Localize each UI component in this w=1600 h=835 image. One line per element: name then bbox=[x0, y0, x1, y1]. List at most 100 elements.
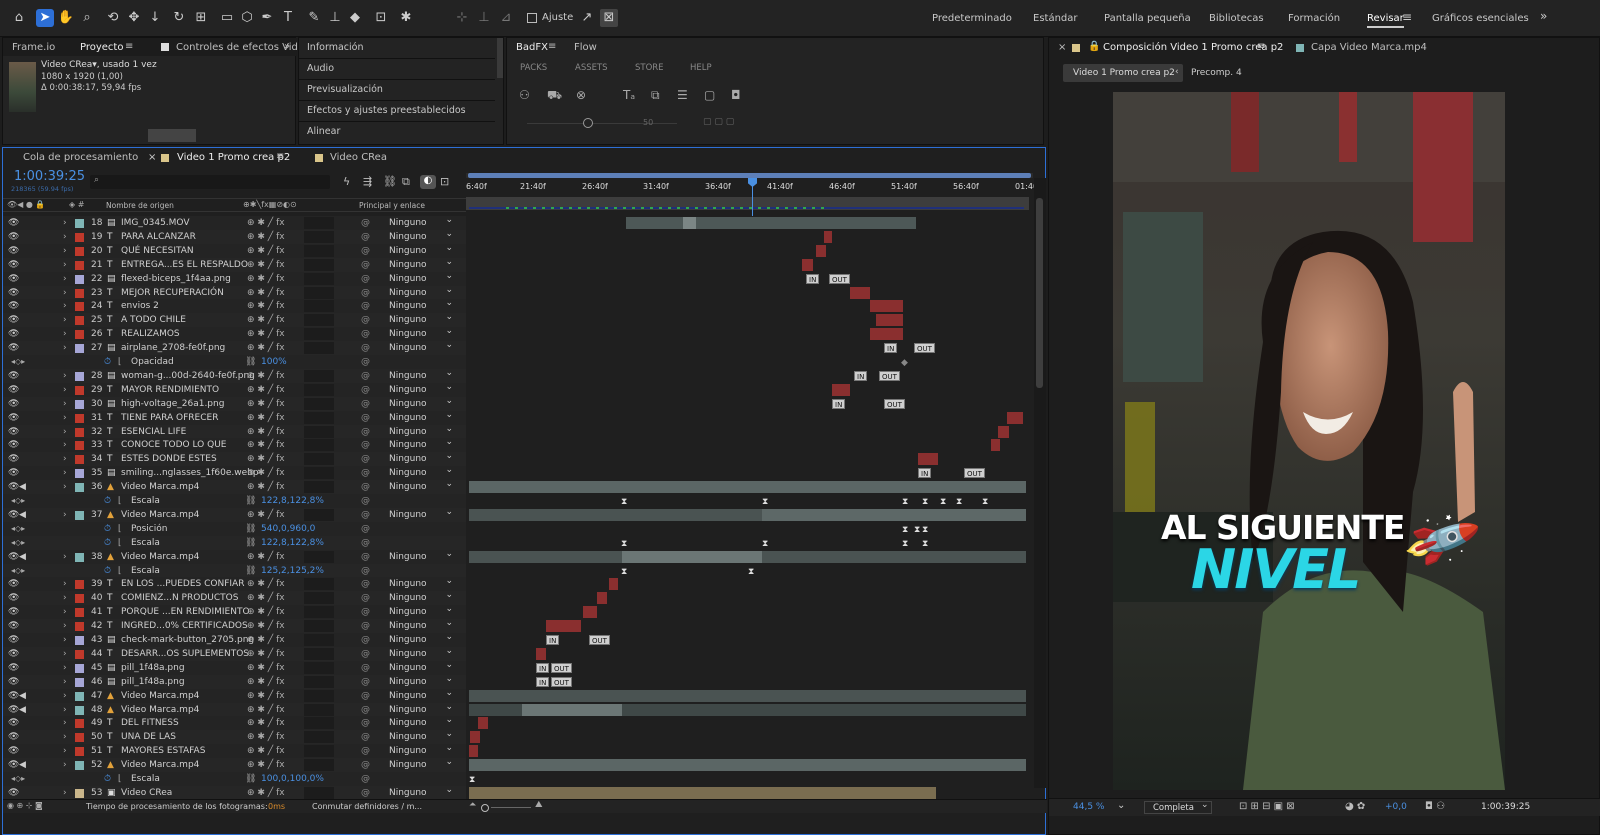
layer-track[interactable]: IN OUT bbox=[466, 660, 1033, 675]
label-color-swatch[interactable] bbox=[75, 483, 84, 493]
layer-name[interactable]: Video CRea bbox=[121, 786, 172, 800]
visibility-eye-icon[interactable]: 👁 bbox=[8, 577, 19, 591]
layer-switches-icons[interactable]: ⊕ ✱ ╱ fx bbox=[247, 508, 285, 522]
visibility-eye-icon[interactable]: 👁 bbox=[8, 786, 19, 800]
property-row[interactable]: ◂◇▸ ⏱ ⌊ Posición ⛓ 540,0,960,0 @ ⧗ ⧗ ⧗ bbox=[3, 521, 1033, 536]
visibility-eye-icon[interactable]: 👁 bbox=[8, 438, 19, 452]
snap-options-icon[interactable]: ↗ bbox=[578, 9, 596, 27]
layer-track[interactable] bbox=[466, 591, 1033, 606]
frame-blend-icon[interactable]: ⛓ bbox=[383, 175, 397, 188]
parent-dropdown[interactable]: Ninguno bbox=[389, 727, 453, 744]
mode-switch-cell[interactable] bbox=[304, 481, 334, 494]
visibility-eye-icon[interactable]: 👁 bbox=[8, 425, 19, 439]
layer-duration-bar[interactable] bbox=[546, 620, 581, 633]
visibility-eye-icon[interactable]: 👁 bbox=[8, 605, 19, 619]
close-comp-icon[interactable]: × bbox=[1058, 42, 1066, 53]
pickwhip-icon[interactable]: @ bbox=[361, 564, 370, 578]
parent-dropdown[interactable]: Ninguno bbox=[389, 213, 453, 230]
timeline-menu-icon[interactable]: ≡ bbox=[276, 151, 284, 162]
snapshot-camera-icon[interactable]: ◘ ⚇ bbox=[1425, 801, 1445, 812]
parent-dropdown[interactable]: Ninguno bbox=[389, 755, 453, 772]
layer-name[interactable]: Video Marca.mp4 bbox=[121, 508, 199, 522]
tab-video1-promo[interactable]: Video 1 Promo crea p2 bbox=[177, 152, 290, 163]
layer-duration-bar[interactable] bbox=[522, 703, 622, 716]
info-panel-item-1[interactable]: Audio bbox=[307, 63, 334, 74]
expand-chevron-icon[interactable]: › bbox=[63, 577, 67, 591]
pickwhip-icon[interactable]: @ bbox=[361, 216, 370, 230]
mode-switch-cell[interactable] bbox=[304, 717, 334, 730]
parent-dropdown[interactable]: Ninguno bbox=[389, 713, 453, 730]
layer-track[interactable]: ⧗ ⧗ ⧗ bbox=[466, 521, 1033, 536]
keyframe-nav-icon[interactable]: ◂◇▸ bbox=[11, 494, 25, 508]
layer-switches-icons[interactable]: ⊕ ✱ ╱ fx bbox=[247, 480, 285, 494]
pickwhip-icon[interactable]: @ bbox=[361, 355, 370, 369]
out-marker[interactable]: OUT bbox=[914, 343, 935, 354]
layer-row[interactable]: 👁 › 44 T DESARR...OS SUPLEMENTOS ⊕ ✱ ╱ fx @ Nin… bbox=[3, 644, 1033, 661]
layer-name[interactable]: pill_1f48a.png bbox=[121, 661, 185, 675]
pickwhip-icon[interactable]: @ bbox=[361, 522, 370, 536]
layer-switches-icons[interactable]: ⊕ ✱ ╱ fx bbox=[247, 633, 285, 647]
pack-person-icon[interactable]: ⚇ bbox=[519, 88, 530, 102]
label-color-swatch[interactable] bbox=[75, 663, 84, 673]
parent-dropdown[interactable]: Ninguno bbox=[389, 783, 453, 800]
work-area-bar[interactable] bbox=[468, 173, 1031, 178]
zoom-slider-knob[interactable] bbox=[481, 804, 489, 812]
in-marker[interactable]: IN bbox=[884, 343, 898, 354]
label-color-swatch[interactable] bbox=[75, 371, 84, 381]
info-panel-item-4[interactable]: Alinear bbox=[307, 126, 340, 137]
visibility-eye-icon[interactable]: 👁 bbox=[8, 397, 19, 411]
layer-track[interactable] bbox=[466, 243, 1033, 258]
layer-name[interactable]: EN LOS ...PUEDES CONFIAR bbox=[121, 577, 244, 591]
label-color-swatch[interactable] bbox=[75, 232, 84, 242]
parent-dropdown[interactable]: Ninguno bbox=[389, 505, 453, 522]
layer-name[interactable]: woman-g...00d-2640-fe0f.png bbox=[121, 369, 255, 383]
pack-transition-icon[interactable]: ⊗ bbox=[576, 88, 586, 102]
parent-dropdown[interactable]: Ninguno bbox=[389, 574, 453, 591]
puppet-pin-icon[interactable]: ✱ bbox=[397, 9, 415, 27]
workspace-menu-icon[interactable]: ≡ bbox=[1402, 10, 1412, 24]
layer-track[interactable] bbox=[466, 216, 1033, 230]
pickwhip-icon[interactable]: @ bbox=[361, 577, 370, 591]
label-color-swatch[interactable] bbox=[75, 288, 84, 298]
layer-name[interactable]: QUÉ NECESITAN bbox=[121, 244, 194, 258]
mode-switch-cell[interactable] bbox=[304, 258, 334, 271]
layer-duration-bar[interactable] bbox=[824, 230, 832, 243]
layer-switches-icons[interactable]: ⊕ ✱ ╱ fx bbox=[247, 619, 285, 633]
layer-row[interactable]: 👁 › 45 ▤ pill_1f48a.png ⊕ ✱ ╱ fx @ Ninguno INOUT bbox=[3, 658, 1033, 675]
layer-duration-bar[interactable] bbox=[622, 550, 762, 563]
layer-name[interactable]: INGRED...0% CERTIFICADOS bbox=[121, 619, 248, 633]
visibility-eye-icon[interactable]: 👁 bbox=[8, 730, 19, 744]
keyframe[interactable]: ◆ bbox=[901, 356, 908, 370]
parent-dropdown[interactable]: Ninguno bbox=[389, 602, 453, 619]
layer-track[interactable] bbox=[466, 605, 1033, 620]
selection-tool-icon[interactable]: ➤ bbox=[36, 9, 54, 27]
expand-chevron-icon[interactable]: › bbox=[63, 299, 67, 313]
parent-dropdown[interactable]: Ninguno bbox=[389, 269, 453, 286]
expand-chevron-icon[interactable]: › bbox=[63, 508, 67, 522]
stopwatch-icon[interactable]: ⏱ bbox=[104, 494, 111, 508]
tab-layer[interactable]: Capa Video Marca.mp4 bbox=[1311, 42, 1427, 53]
pickwhip-icon[interactable]: @ bbox=[361, 480, 370, 494]
layer-name[interactable]: pill_1f48a.png bbox=[121, 675, 185, 689]
layer-track[interactable] bbox=[466, 382, 1033, 397]
link-icon[interactable]: ⛓ bbox=[245, 772, 256, 786]
parent-dropdown[interactable]: Ninguno bbox=[389, 463, 453, 480]
workspace-2[interactable]: Pantalla pequeña bbox=[1104, 13, 1191, 24]
layer-switches-icons[interactable]: ⊕ ✱ ╱ fx bbox=[247, 577, 285, 591]
layer-track[interactable] bbox=[466, 619, 1033, 634]
pickwhip-icon[interactable]: @ bbox=[361, 703, 370, 717]
subtab-store[interactable]: STORE bbox=[635, 63, 664, 73]
pickwhip-icon[interactable]: @ bbox=[361, 744, 370, 758]
label-color-swatch[interactable] bbox=[75, 274, 84, 284]
layer-track[interactable] bbox=[466, 313, 1033, 328]
layer-name[interactable]: Video Marca.mp4 bbox=[121, 703, 199, 717]
label-color-swatch[interactable] bbox=[75, 580, 84, 590]
visibility-eye-icon[interactable]: 👁 bbox=[8, 703, 19, 717]
layer-track[interactable] bbox=[466, 688, 1033, 703]
link-icon[interactable]: ⛓ bbox=[245, 564, 256, 578]
layer-duration-bar[interactable] bbox=[832, 383, 850, 396]
expand-chevron-icon[interactable]: › bbox=[63, 244, 67, 258]
visibility-eye-icon[interactable]: 👁 bbox=[8, 286, 19, 300]
keyframe[interactable]: ⧗ bbox=[621, 565, 627, 579]
layer-switches-icons[interactable]: ⊕ ✱ ╱ fx bbox=[247, 299, 285, 313]
